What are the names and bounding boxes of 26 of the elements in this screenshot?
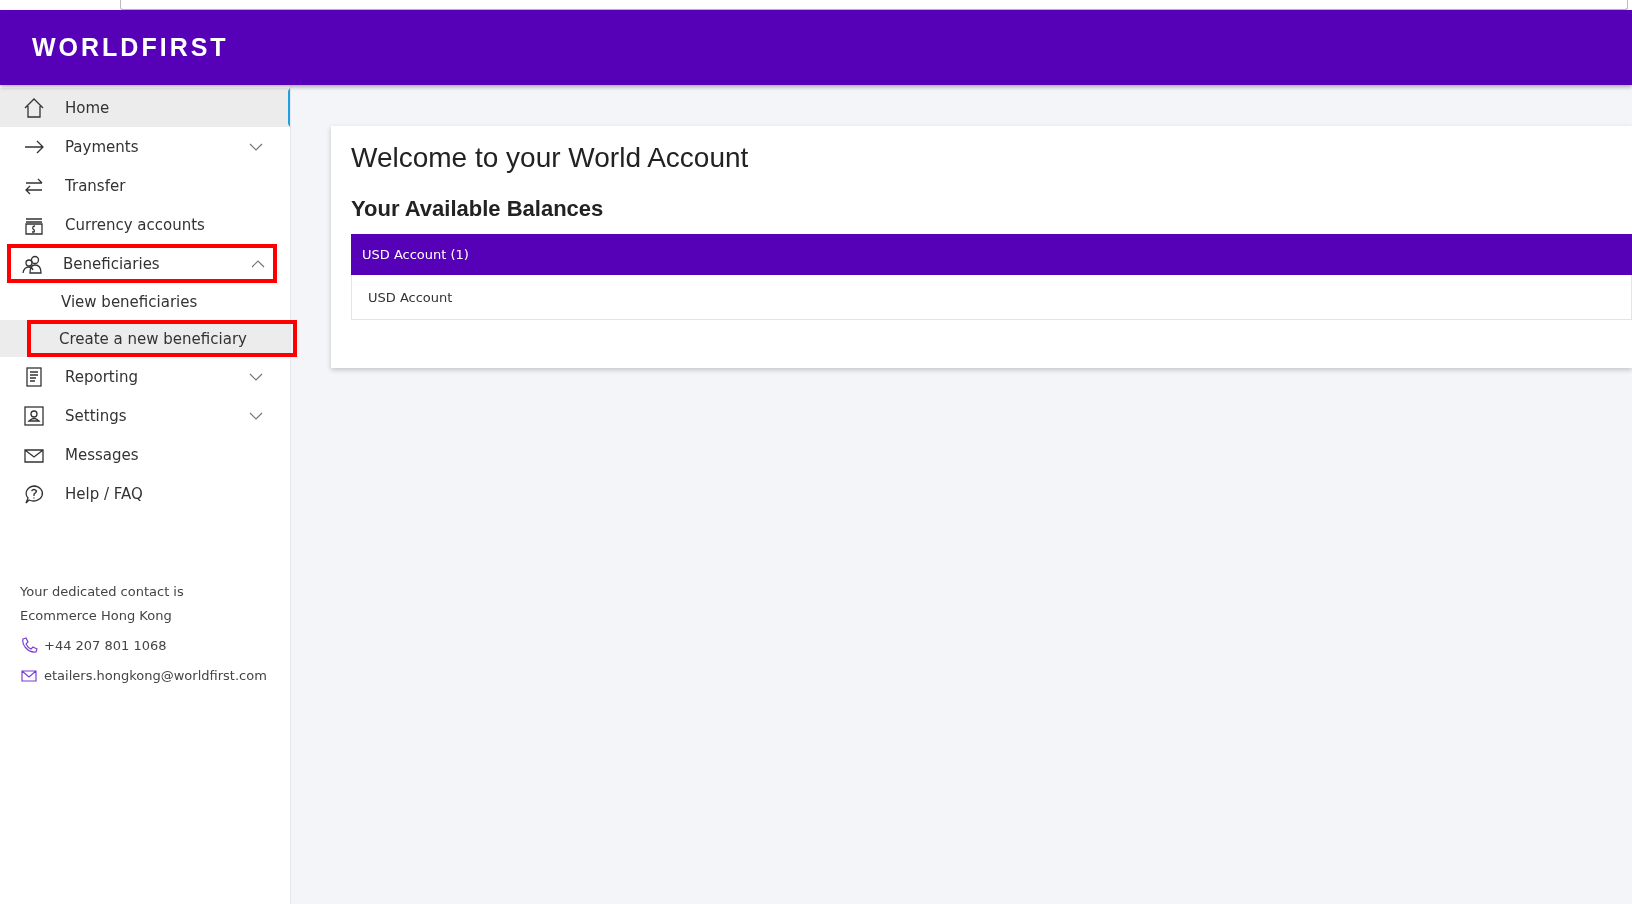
nav-subitem[interactable]: Create a new beneficiary [27, 320, 297, 357]
nav-item[interactable]: Home [0, 88, 290, 127]
nav-item[interactable]: Reporting [0, 357, 290, 396]
nav-item[interactable]: Beneficiaries [7, 244, 277, 283]
account-row[interactable]: USD Account [351, 275, 1632, 320]
contact-text: Your dedicated contact is [20, 582, 185, 601]
account-header[interactable]: USD Account (1) [351, 234, 1632, 275]
profile-card-icon [23, 404, 45, 427]
section-heading: Your Available Balances [351, 196, 605, 222]
contact-text: Ecommerce Hong Kong [20, 606, 173, 625]
home-icon [23, 96, 45, 119]
nav-item[interactable]: Settings [0, 396, 290, 435]
phone-number[interactable]: +44 207 801 1068 [44, 637, 167, 653]
page-title: Welcome to your World Account [351, 142, 750, 174]
nav-item[interactable]: Help / FAQ [0, 474, 290, 513]
nav-item[interactable]: Currency accounts [0, 205, 290, 244]
help-bubble-icon [23, 482, 45, 505]
nav-item[interactable]: Transfer [0, 166, 290, 205]
nav-subitem[interactable]: View beneficiaries [58, 283, 218, 320]
document-icon [23, 365, 45, 388]
nav-item[interactable]: Payments [0, 127, 290, 166]
mail-icon [20, 667, 38, 683]
phone-icon [20, 637, 38, 653]
nav-item[interactable]: Messages [0, 435, 290, 474]
logo[interactable]: WORLDFIRST [32, 33, 229, 62]
email-link[interactable]: etailers.hongkong@worldfirst.com [44, 667, 267, 683]
